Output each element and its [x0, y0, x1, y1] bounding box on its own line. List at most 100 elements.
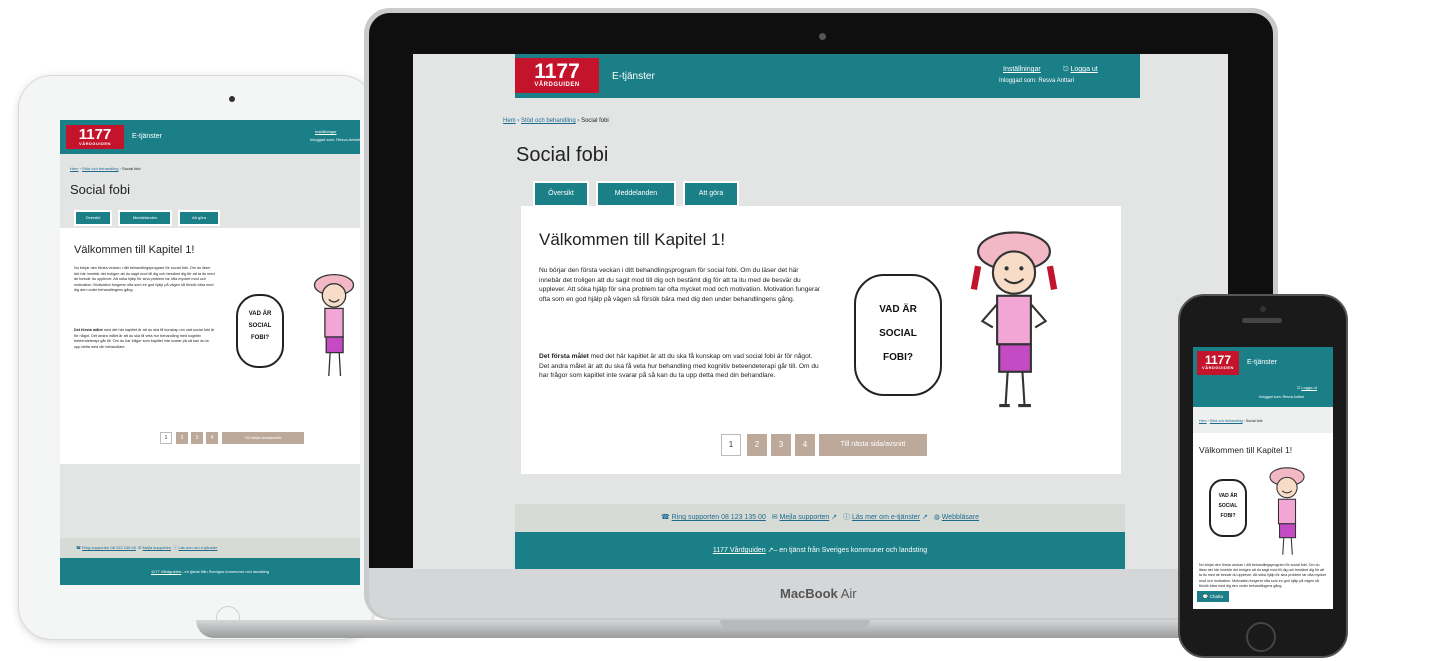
page-title: Social fobi [516, 144, 609, 166]
site-header: 1177 VÅRDGUIDEN E-tjänster Inställningar… [60, 120, 360, 154]
laptop-base [196, 620, 1196, 638]
girl-illustration [313, 273, 355, 377]
tablet-camera [229, 96, 235, 102]
footer-brand-link[interactable]: 1177 Vårdguiden [151, 569, 181, 574]
intro-paragraph: Nu börjar den första veckan i ditt behan… [539, 267, 821, 303]
mail-icon: ✉ [138, 545, 142, 550]
breadcrumb-home[interactable]: Hem [1199, 419, 1207, 423]
logo-subtitle: VÅRDGUIDEN [534, 82, 580, 88]
tab-oversikt[interactable]: Översikt [533, 181, 589, 207]
tab-att-gora[interactable]: Att göra [683, 181, 739, 207]
chat-button[interactable]: 💬 Chatta [1197, 591, 1229, 602]
content-panel: Välkommen till Kapitel 1! VAD ÄR SOCIAL … [1193, 433, 1333, 609]
service-name: E-tjänster [612, 71, 655, 82]
bubble-line-2: SOCIAL [1218, 503, 1238, 509]
logo-subtitle: VÅRDGUIDEN [79, 141, 111, 146]
footer-brand-link[interactable]: 1177 Vårdguiden [713, 547, 766, 554]
page-2-button[interactable]: 2 [747, 434, 767, 456]
phone-icon: ☎ [76, 545, 81, 550]
support-phone-link[interactable]: Ring supporten 08 123 135 00 [82, 545, 136, 550]
bubble-line-1: VAD ÄR [879, 304, 917, 315]
logged-in-text: Inloggad som: Resva Anttari [310, 137, 360, 142]
browser-icon: ◍ [933, 514, 940, 521]
support-phone-link[interactable]: Ring supporten 08 123 135 00 [672, 514, 766, 521]
breadcrumb-home[interactable]: Hem [70, 166, 78, 171]
logout-label: Logga ut [1301, 385, 1317, 390]
support-mail-link[interactable]: Mejla supporten [780, 514, 830, 521]
phone-icon: ☎ [660, 514, 670, 521]
goals-paragraph: Det första målet med det här kapitlet är… [74, 328, 216, 350]
tab-meddelanden[interactable]: Meddelanden [118, 210, 172, 226]
logo-1177[interactable]: 1177 VÅRDGUIDEN [515, 58, 599, 93]
logout-label: Logga ut [1070, 66, 1098, 73]
bubble-line-3: FOBI? [1220, 513, 1236, 519]
tab-att-gora[interactable]: Att göra [178, 210, 220, 226]
page-3-button[interactable]: 3 [771, 434, 791, 456]
page-1-button[interactable]: 1 [160, 432, 172, 444]
logged-in-text: Inloggad som: Resva Anttari [1259, 395, 1304, 399]
service-name: E-tjänster [132, 133, 162, 140]
tab-meddelanden[interactable]: Meddelanden [596, 181, 676, 207]
page-3-button[interactable]: 3 [191, 432, 203, 444]
laptop-camera [819, 33, 826, 40]
external-link-icon: ↗ [831, 514, 838, 521]
site-footer: 1177 Vårdguiden ↗– en tjänst från Sverig… [515, 532, 1125, 569]
page-4-button[interactable]: 4 [206, 432, 218, 444]
breadcrumb-parent[interactable]: Stöd och behandling [521, 118, 576, 124]
site-header: 1177 VÅRDGUIDEN E-tjänster Inställningar… [515, 54, 1140, 98]
breadcrumb-home[interactable]: Hem [503, 118, 516, 124]
external-link-icon: ↗ [922, 514, 928, 521]
goals-bold: Det första målet [539, 353, 589, 360]
support-bar: ☎ Ring supporten 08 123 135 00 ✉ Mejla s… [515, 504, 1125, 532]
logo-subtitle: VÅRDGUIDEN [1202, 365, 1234, 370]
laptop-brand: MacBook [780, 586, 838, 601]
logo-number: 1177 [534, 60, 580, 83]
bubble-line-2: SOCIAL [248, 323, 272, 329]
next-page-button[interactable]: Till nästa sida/avsnitt [819, 434, 927, 456]
laptop-screen: 1177 VÅRDGUIDEN E-tjänster Inställningar… [413, 54, 1228, 569]
mail-icon: ✉ [771, 514, 778, 521]
settings-link[interactable]: Inställningar [315, 129, 337, 134]
settings-link[interactable]: Inställningar [1003, 66, 1041, 73]
breadcrumb-current: Social fobi [122, 166, 141, 171]
bubble-line-1: VAD ÄR [248, 311, 272, 317]
footer-text: – en tjänst från Sveriges kommuner och l… [181, 569, 269, 574]
chat-label: Chatta [1209, 594, 1224, 599]
info-icon: ⓘ [843, 514, 850, 521]
logged-in-text: Inloggad som: Resva Anttari [999, 78, 1075, 84]
breadcrumb: Hem › Stöd och behandling › Social fobi [70, 166, 141, 171]
logo-1177[interactable]: 1177 VÅRDGUIDEN [66, 125, 124, 149]
tab-oversikt[interactable]: Översikt [74, 210, 112, 226]
breadcrumb-parent[interactable]: Stöd och behandling [82, 166, 118, 171]
logout-icon: ⎋ [1297, 385, 1301, 390]
page-title: Social fobi [70, 182, 130, 197]
goals-paragraph: Det första målet med det här kapitlet är… [539, 352, 821, 381]
chat-icon: 💬 [1202, 594, 1209, 599]
read-more-link[interactable]: Läs mer om e-tjänster [178, 545, 217, 550]
phone-home-button[interactable] [1246, 622, 1276, 652]
site-footer: 1177 Vårdguiden– en tjänst från Sveriges… [60, 558, 360, 585]
read-more-link[interactable]: Läs mer om e-tjänster [852, 514, 920, 521]
speech-bubble: VAD ÄR SOCIAL FOBI? [236, 294, 284, 368]
content-panel: Välkommen till Kapitel 1! Nu börjar den … [521, 206, 1121, 474]
breadcrumb: Hem › Stöd och behandling › Social fobi [1199, 419, 1263, 423]
page-4-button[interactable]: 4 [795, 434, 815, 456]
next-page-button[interactable]: Till nästa sida/avsnitt [222, 432, 304, 444]
logo-number: 1177 [1204, 353, 1232, 367]
speech-bubble: VAD ÄR SOCIAL FOBI? [1209, 479, 1247, 537]
breadcrumb-parent[interactable]: Stöd och behandling [1210, 419, 1243, 423]
logout-link[interactable]: ⎋ Logga ut [1297, 385, 1317, 390]
phone-speaker [1242, 318, 1282, 323]
page-1-button[interactable]: 1 [721, 434, 741, 456]
bubble-line-3: FOBI? [251, 335, 269, 341]
browser-link[interactable]: Webbläsare [942, 514, 979, 521]
logout-link[interactable]: ⎋ Logga ut [1063, 66, 1098, 74]
page-2-button[interactable]: 2 [176, 432, 188, 444]
breadcrumb-current: Social fobi [1245, 419, 1263, 423]
girl-illustration [1269, 467, 1305, 555]
breadcrumb-current: Social fobi [581, 118, 609, 124]
speech-bubble: VAD ÄR SOCIAL FOBI? [854, 274, 942, 396]
logo-1177[interactable]: 1177 VÅRDGUIDEN [1197, 351, 1239, 375]
intro-paragraph: Nu börjar den första veckan i ditt behan… [1199, 563, 1326, 588]
support-mail-link[interactable]: Mejla supporten [143, 545, 171, 550]
